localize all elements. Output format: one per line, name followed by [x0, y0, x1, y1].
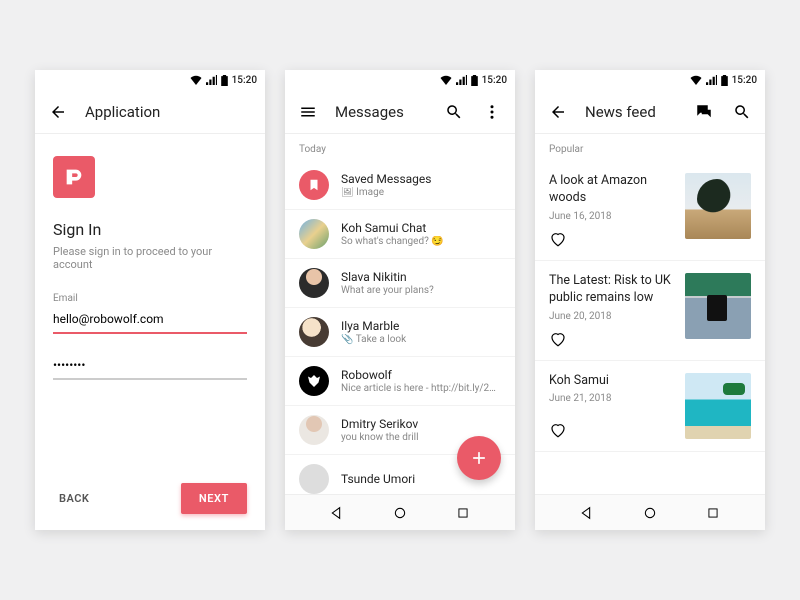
chat-icon[interactable]: [693, 101, 715, 123]
signal-icon: [456, 75, 467, 85]
avatar: [299, 415, 329, 445]
feed-date: June 16, 2018: [549, 211, 675, 222]
message-preview: 🖼 Image: [341, 187, 501, 198]
compose-fab[interactable]: [457, 436, 501, 480]
status-bar: 15:20: [35, 70, 265, 90]
app-bar: Application: [35, 90, 265, 134]
plus-icon: [469, 448, 489, 468]
page-title: Application: [85, 103, 160, 121]
message-name: Saved Messages: [341, 172, 501, 186]
battery-icon: [471, 75, 478, 86]
message-item[interactable]: Slava Nikitin What are your plans?: [285, 259, 515, 308]
feed-item[interactable]: The Latest: Risk to UK public remains lo…: [535, 261, 765, 361]
message-preview: Nice article is here - http://bit.ly/2ma…: [341, 383, 501, 394]
message-name: Ilya Marble: [341, 319, 501, 333]
nav-recent-icon[interactable]: [702, 502, 724, 524]
signal-icon: [206, 75, 217, 85]
page-title: News feed: [585, 103, 656, 121]
app-bar: News feed: [535, 90, 765, 134]
feed-date: June 21, 2018: [549, 393, 675, 404]
status-bar: 15:20: [535, 70, 765, 90]
email-label: Email: [53, 293, 247, 304]
clock: 15:20: [732, 75, 757, 86]
bookmark-icon: [299, 170, 329, 200]
message-item[interactable]: Robowolf Nice article is here - http://b…: [285, 357, 515, 406]
nav-back-icon[interactable]: [326, 502, 348, 524]
section-popular: Popular: [535, 134, 765, 161]
feed-title: Koh Samui: [549, 373, 675, 390]
message-preview: What are your plans?: [341, 285, 501, 296]
app-bar: Messages: [285, 90, 515, 134]
search-icon[interactable]: [443, 101, 465, 123]
feed-thumbnail: [685, 173, 751, 239]
feed-title: A look at Amazon woods: [549, 173, 675, 207]
nav-back-icon[interactable]: [576, 502, 598, 524]
feed-item[interactable]: A look at Amazon woods June 16, 2018: [535, 161, 765, 261]
screen-news-feed: 15:20 News feed Popular A look at Amazon…: [535, 70, 765, 530]
back-icon[interactable]: [47, 101, 69, 123]
avatar: [299, 219, 329, 249]
nav-recent-icon[interactable]: [452, 502, 474, 524]
message-preview: 📎 Take a look: [341, 334, 501, 345]
screen-messages: 15:20 Messages Today Saved Messages 🖼 Im…: [285, 70, 515, 530]
section-today: Today: [285, 134, 515, 161]
nav-home-icon[interactable]: [389, 502, 411, 524]
screen-sign-in: 15:20 Application Sign In Please sign in…: [35, 70, 265, 530]
more-icon[interactable]: [481, 101, 503, 123]
battery-icon: [721, 75, 728, 86]
favorite-icon[interactable]: [549, 230, 567, 248]
wifi-icon: [690, 75, 702, 85]
email-field-wrap: Email: [53, 293, 247, 334]
clock: 15:20: [482, 75, 507, 86]
content: Popular A look at Amazon woods June 16, …: [535, 134, 765, 494]
search-icon[interactable]: [731, 101, 753, 123]
avatar: [299, 317, 329, 347]
content: Sign In Please sign in to proceed to you…: [35, 134, 265, 530]
android-nav-bar: [285, 494, 515, 530]
app-logo: [53, 156, 95, 198]
password-field[interactable]: [53, 352, 247, 380]
email-field[interactable]: [53, 306, 247, 334]
feed-thumbnail: [685, 273, 751, 339]
heading: Sign In: [53, 220, 247, 239]
message-name: Dmitry Serikov: [341, 417, 501, 431]
wifi-icon: [190, 75, 202, 85]
favorite-icon[interactable]: [549, 330, 567, 348]
feed-title: The Latest: Risk to UK public remains lo…: [549, 273, 675, 307]
nav-home-icon[interactable]: [639, 502, 661, 524]
message-name: Slava Nikitin: [341, 270, 501, 284]
favorite-icon[interactable]: [549, 421, 567, 439]
back-button[interactable]: BACK: [53, 484, 95, 513]
android-nav-bar: [535, 494, 765, 530]
message-item-saved[interactable]: Saved Messages 🖼 Image: [285, 161, 515, 210]
battery-icon: [221, 75, 228, 86]
message-name: Robowolf: [341, 368, 501, 382]
message-item[interactable]: Koh Samui Chat So what's changed? 😏: [285, 210, 515, 259]
status-bar: 15:20: [285, 70, 515, 90]
avatar: [299, 366, 329, 396]
menu-icon[interactable]: [297, 101, 319, 123]
signal-icon: [706, 75, 717, 85]
message-preview: So what's changed? 😏: [341, 236, 501, 247]
subheading: Please sign in to proceed to your accoun…: [53, 245, 247, 271]
feed-date: June 20, 2018: [549, 311, 675, 322]
clock: 15:20: [232, 75, 257, 86]
next-button[interactable]: NEXT: [181, 483, 247, 514]
feed-item[interactable]: Koh Samui June 21, 2018: [535, 361, 765, 452]
message-item[interactable]: Ilya Marble 📎 Take a look: [285, 308, 515, 357]
message-name: Koh Samui Chat: [341, 221, 501, 235]
page-title: Messages: [335, 103, 404, 121]
avatar: [299, 464, 329, 494]
back-icon[interactable]: [547, 101, 569, 123]
feed-thumbnail: [685, 373, 751, 439]
avatar: [299, 268, 329, 298]
wifi-icon: [440, 75, 452, 85]
content: Today Saved Messages 🖼 Image Koh Samui C…: [285, 134, 515, 494]
password-field-wrap: [53, 352, 247, 380]
